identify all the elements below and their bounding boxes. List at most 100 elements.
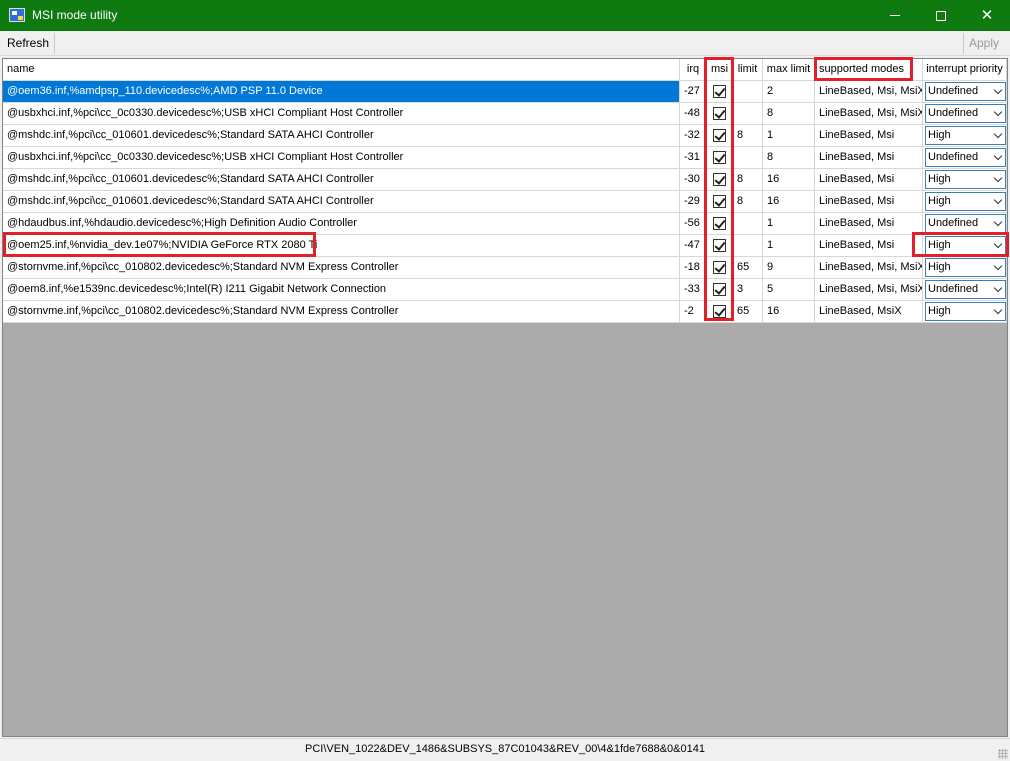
priority-cell[interactable]: High xyxy=(923,125,1007,147)
msi-cell[interactable] xyxy=(707,301,733,323)
priority-dropdown[interactable]: Undefined xyxy=(925,280,1006,299)
device-name-cell[interactable]: @oem25.inf,%nvidia_dev.1e07%;NVIDIA GeFo… xyxy=(3,235,680,257)
header-msi[interactable]: msi xyxy=(707,59,733,81)
msi-cell[interactable] xyxy=(707,169,733,191)
priority-dropdown[interactable]: Undefined xyxy=(925,214,1006,233)
msi-checkbox[interactable] xyxy=(713,305,726,318)
msi-checkbox[interactable] xyxy=(713,107,726,120)
priority-dropdown[interactable]: High xyxy=(925,126,1006,145)
limit-cell[interactable]: 8 xyxy=(733,125,763,147)
device-name-cell[interactable]: @stornvme.inf,%pci\cc_010802.devicedesc%… xyxy=(3,301,680,323)
msi-checkbox[interactable] xyxy=(713,217,726,230)
limit-cell[interactable] xyxy=(733,213,763,235)
device-name-cell[interactable]: @mshdc.inf,%pci\cc_010601.devicedesc%;St… xyxy=(3,169,680,191)
table-row[interactable]: @mshdc.inf,%pci\cc_010601.devicedesc%;St… xyxy=(3,191,1007,213)
limit-cell[interactable] xyxy=(733,147,763,169)
limit-cell[interactable]: 8 xyxy=(733,169,763,191)
limit-cell[interactable]: 65 xyxy=(733,301,763,323)
device-name-cell[interactable]: @oem36.inf,%amdpsp_110.devicedesc%;AMD P… xyxy=(3,81,680,103)
header-interrupt-priority[interactable]: interrupt priority xyxy=(923,59,1007,81)
priority-cell[interactable]: High xyxy=(923,235,1007,257)
msi-cell[interactable] xyxy=(707,81,733,103)
table-row[interactable]: @mshdc.inf,%pci\cc_010601.devicedesc%;St… xyxy=(3,125,1007,147)
max-limit-cell: 8 xyxy=(763,103,815,125)
msi-checkbox[interactable] xyxy=(713,173,726,186)
table-row[interactable]: @usbxhci.inf,%pci\cc_0c0330.devicedesc%;… xyxy=(3,147,1007,169)
priority-dropdown[interactable]: High xyxy=(925,236,1006,255)
msi-cell[interactable] xyxy=(707,147,733,169)
device-name-cell[interactable]: @mshdc.inf,%pci\cc_010601.devicedesc%;St… xyxy=(3,125,680,147)
priority-dropdown[interactable]: High xyxy=(925,192,1006,211)
header-max-limit[interactable]: max limit xyxy=(763,59,815,81)
device-name-cell[interactable]: @mshdc.inf,%pci\cc_010601.devicedesc%;St… xyxy=(3,191,680,213)
apply-button[interactable]: Apply xyxy=(963,33,1004,54)
msi-cell[interactable] xyxy=(707,213,733,235)
priority-cell[interactable]: High xyxy=(923,301,1007,323)
msi-cell[interactable] xyxy=(707,103,733,125)
table-row[interactable]: @oem25.inf,%nvidia_dev.1e07%;NVIDIA GeFo… xyxy=(3,235,1007,257)
minimize-button[interactable] xyxy=(872,0,918,31)
device-name-cell[interactable]: @oem8.inf,%e1539nc.devicedesc%;Intel(R) … xyxy=(3,279,680,301)
msi-checkbox[interactable] xyxy=(713,261,726,274)
priority-cell[interactable]: Undefined xyxy=(923,103,1007,125)
maximize-button[interactable] xyxy=(918,0,964,31)
table-row[interactable]: @oem36.inf,%amdpsp_110.devicedesc%;AMD P… xyxy=(3,81,1007,103)
msi-checkbox[interactable] xyxy=(713,85,726,98)
limit-cell[interactable] xyxy=(733,103,763,125)
msi-cell[interactable] xyxy=(707,257,733,279)
max-limit-cell: 16 xyxy=(763,191,815,213)
device-name-cell[interactable]: @hdaudbus.inf,%hdaudio.devicedesc%;High … xyxy=(3,213,680,235)
max-limit-cell: 2 xyxy=(763,81,815,103)
priority-cell[interactable]: Undefined xyxy=(923,147,1007,169)
chevron-down-icon xyxy=(993,195,1003,205)
irq-cell: -47 xyxy=(680,235,707,257)
supported-modes-cell: LineBased, Msi, MsiX xyxy=(815,257,923,279)
header-irq[interactable]: irq xyxy=(680,59,707,81)
msi-cell[interactable] xyxy=(707,125,733,147)
priority-cell[interactable]: High xyxy=(923,169,1007,191)
priority-value: Undefined xyxy=(928,151,979,163)
msi-checkbox[interactable] xyxy=(713,129,726,142)
table-row[interactable]: @stornvme.inf,%pci\cc_010802.devicedesc%… xyxy=(3,301,1007,323)
limit-cell[interactable] xyxy=(733,81,763,103)
priority-dropdown[interactable]: High xyxy=(925,170,1006,189)
msi-cell[interactable] xyxy=(707,279,733,301)
resize-grip-icon[interactable] xyxy=(998,749,1008,759)
chevron-down-icon xyxy=(993,151,1003,161)
refresh-button[interactable]: Refresh xyxy=(2,33,56,54)
priority-dropdown[interactable]: Undefined xyxy=(925,148,1006,167)
table-row[interactable]: @hdaudbus.inf,%hdaudio.devicedesc%;High … xyxy=(3,213,1007,235)
device-name-cell[interactable]: @stornvme.inf,%pci\cc_010802.devicedesc%… xyxy=(3,257,680,279)
table-row[interactable]: @stornvme.inf,%pci\cc_010802.devicedesc%… xyxy=(3,257,1007,279)
priority-dropdown[interactable]: High xyxy=(925,302,1006,321)
header-name[interactable]: name xyxy=(3,59,680,81)
table-row[interactable]: @oem8.inf,%e1539nc.devicedesc%;Intel(R) … xyxy=(3,279,1007,301)
msi-checkbox[interactable] xyxy=(713,283,726,296)
priority-dropdown[interactable]: Undefined xyxy=(925,82,1006,101)
limit-cell[interactable]: 3 xyxy=(733,279,763,301)
priority-cell[interactable]: Undefined xyxy=(923,81,1007,103)
limit-cell[interactable]: 8 xyxy=(733,191,763,213)
header-supported-modes[interactable]: supported modes xyxy=(815,59,923,81)
limit-cell[interactable]: 65 xyxy=(733,257,763,279)
device-name-cell[interactable]: @usbxhci.inf,%pci\cc_0c0330.devicedesc%;… xyxy=(3,147,680,169)
close-button[interactable]: ✕ xyxy=(964,0,1010,31)
priority-dropdown[interactable]: Undefined xyxy=(925,104,1006,123)
priority-value: High xyxy=(928,195,951,207)
msi-cell[interactable] xyxy=(707,235,733,257)
table-row[interactable]: @usbxhci.inf,%pci\cc_0c0330.devicedesc%;… xyxy=(3,103,1007,125)
priority-cell[interactable]: Undefined xyxy=(923,279,1007,301)
msi-cell[interactable] xyxy=(707,191,733,213)
msi-checkbox[interactable] xyxy=(713,195,726,208)
priority-cell[interactable]: High xyxy=(923,191,1007,213)
priority-dropdown[interactable]: High xyxy=(925,258,1006,277)
priority-cell[interactable]: Undefined xyxy=(923,213,1007,235)
msi-checkbox[interactable] xyxy=(713,151,726,164)
limit-cell[interactable] xyxy=(733,235,763,257)
msi-checkbox[interactable] xyxy=(713,239,726,252)
device-name-cell[interactable]: @usbxhci.inf,%pci\cc_0c0330.devicedesc%;… xyxy=(3,103,680,125)
header-limit[interactable]: limit xyxy=(733,59,763,81)
priority-cell[interactable]: High xyxy=(923,257,1007,279)
table-row[interactable]: @mshdc.inf,%pci\cc_010601.devicedesc%;St… xyxy=(3,169,1007,191)
irq-cell: -48 xyxy=(680,103,707,125)
